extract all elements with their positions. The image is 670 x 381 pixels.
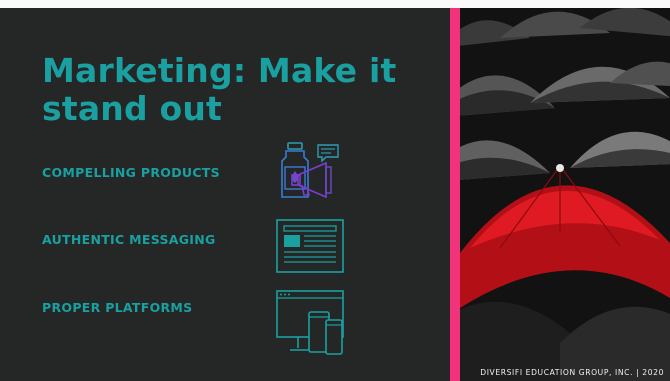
slide-title: Marketing: Make it stand out [42, 51, 397, 128]
accent-bar [450, 8, 460, 381]
slide: Marketing: Make it stand out COMPELLING … [0, 0, 670, 381]
item-authentic-messaging: AUTHENTIC MESSAGING [42, 232, 216, 247]
item-compelling-products: COMPELLING PRODUCTS [42, 165, 220, 180]
devices-icon [276, 290, 344, 355]
slide-top-border [0, 0, 670, 8]
umbrellas-photo [460, 8, 670, 381]
item-proper-platforms: PROPER PLATFORMS [42, 300, 193, 315]
copyright-text: DIVERSIFI EDUCATION GROUP, INC. | 2020 [480, 368, 664, 377]
product-bottle-megaphone-icon [281, 142, 339, 199]
umbrellas-illustration [460, 8, 670, 381]
article-document-icon [276, 219, 344, 273]
